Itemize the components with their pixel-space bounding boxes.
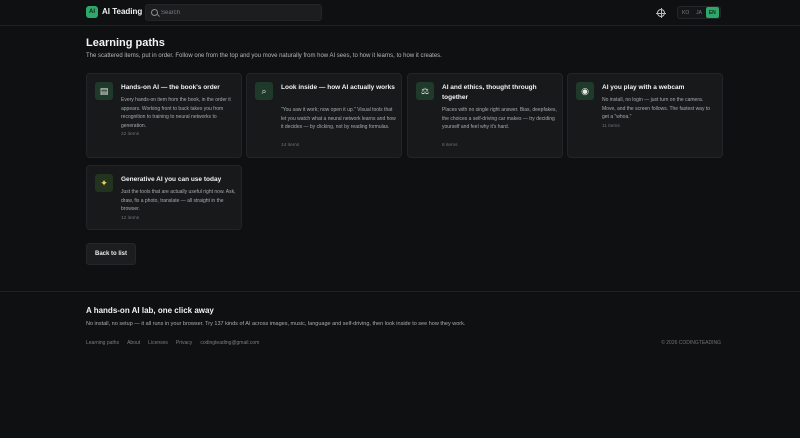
card-count: 8 items bbox=[442, 143, 458, 148]
footer-title: A hands-on AI lab, one click away bbox=[86, 306, 214, 315]
back-to-list-button[interactable]: Back to list bbox=[86, 243, 136, 265]
path-card-webcam[interactable]: ◉ AI you play with a webcam No install, … bbox=[567, 73, 723, 158]
language-switcher: KO JA EN bbox=[677, 6, 721, 19]
card-description: Just the tools that are actually useful … bbox=[121, 189, 236, 212]
scales-icon: ⚖ bbox=[416, 82, 434, 100]
footer-link-licenses[interactable]: Licenses bbox=[148, 340, 168, 346]
lang-option-ko[interactable]: KO bbox=[679, 7, 692, 18]
card-count: 11 items bbox=[602, 124, 620, 129]
lang-option-ja[interactable]: JA bbox=[692, 7, 705, 18]
card-title: Generative AI you can use today bbox=[121, 176, 222, 183]
card-description: "You saw it work; now open it up." Visua… bbox=[281, 107, 396, 130]
page-title: Learning paths bbox=[86, 37, 165, 49]
card-description: Places with no single right answer. Bias… bbox=[442, 107, 557, 130]
theme-toggle-sun-icon[interactable] bbox=[656, 8, 666, 18]
lang-option-en[interactable]: EN bbox=[705, 7, 719, 18]
footer-description: No install, no setup — it all runs in yo… bbox=[86, 321, 466, 327]
sparkle-icon: ✦ bbox=[95, 174, 113, 192]
top-bar: AI AI Teading KO JA EN bbox=[0, 0, 800, 26]
footer-link-privacy[interactable]: Privacy bbox=[176, 340, 192, 346]
logo-icon[interactable]: AI bbox=[86, 6, 98, 18]
path-card-ethics[interactable]: ⚖ AI and ethics, thought through togethe… bbox=[407, 73, 563, 158]
path-card-generative[interactable]: ✦ Generative AI you can use today Just t… bbox=[86, 165, 242, 230]
book-icon: ▤ bbox=[95, 82, 113, 100]
card-title: Hands-on AI — the book's order bbox=[121, 84, 220, 91]
footer-link-learning-paths[interactable]: Learning paths bbox=[86, 340, 119, 346]
card-title: AI you play with a webcam bbox=[602, 84, 685, 91]
card-count: 14 items bbox=[281, 143, 300, 148]
footer-links: Learning paths About Licenses Privacy co… bbox=[86, 340, 259, 346]
page-subtitle: The scattered items, put in order. Follo… bbox=[86, 53, 442, 59]
footer-link-about[interactable]: About bbox=[127, 340, 140, 346]
app-name[interactable]: AI Teading bbox=[102, 7, 142, 16]
search-box[interactable] bbox=[145, 4, 322, 21]
card-count: 22 items bbox=[121, 132, 140, 137]
card-description: Every hands-on item from the book, in th… bbox=[121, 97, 231, 129]
path-card-hands-on[interactable]: ▤ Hands-on AI — the book's order Every h… bbox=[86, 73, 242, 158]
footer-divider bbox=[0, 291, 800, 292]
card-title: AI and ethics, thought through together bbox=[442, 84, 537, 101]
webcam-icon: ◉ bbox=[576, 82, 594, 100]
copyright: © 2026 CODINGTEADING bbox=[661, 340, 721, 346]
search-icon bbox=[151, 9, 158, 16]
microscope-icon: ⌕ bbox=[255, 82, 273, 100]
card-description: No install, no login — just turn on the … bbox=[602, 97, 711, 120]
card-title: Look inside — how AI actually works bbox=[281, 84, 395, 91]
card-count: 12 items bbox=[121, 216, 140, 221]
path-card-look-inside[interactable]: ⌕ Look inside — how AI actually works "Y… bbox=[246, 73, 402, 158]
footer-link-email[interactable]: codingteading@gmail.com bbox=[200, 340, 259, 346]
search-input[interactable] bbox=[161, 7, 316, 19]
